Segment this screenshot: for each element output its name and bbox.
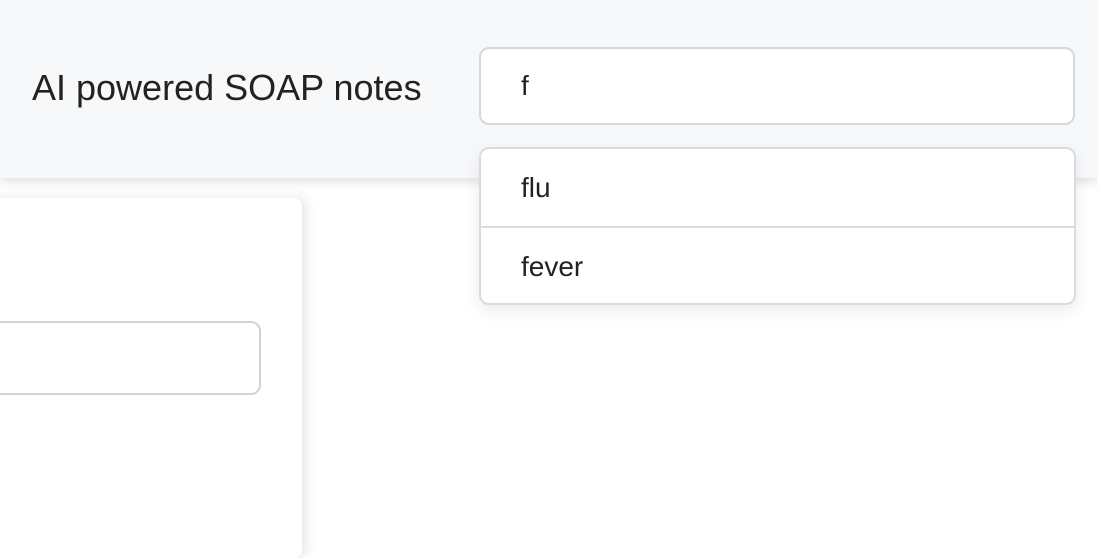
suggestion-dropdown: flu fever (479, 147, 1076, 305)
suggestion-item-fever[interactable]: fever (481, 226, 1074, 303)
text-input[interactable] (0, 321, 261, 395)
page-title: AI powered SOAP notes (32, 67, 422, 108)
suggestion-item-flu[interactable]: flu (481, 149, 1074, 226)
search-input[interactable]: f (479, 47, 1075, 125)
